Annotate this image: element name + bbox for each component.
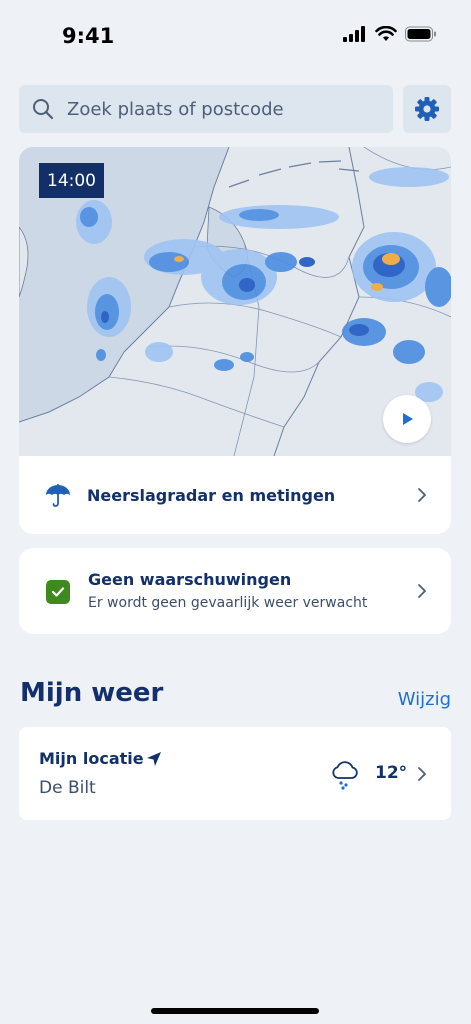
check-icon [46, 580, 70, 604]
cloud-rain-icon [332, 761, 358, 790]
search-placeholder: Zoek plaats of postcode [67, 98, 284, 120]
chevron-right-icon [418, 766, 426, 781]
play-icon [403, 413, 413, 425]
location-card[interactable]: Mijn locatie De Bilt 12° [19, 727, 451, 820]
status-time: 9:41 [62, 24, 115, 48]
location-temperature: 12° [375, 763, 408, 783]
radar-link-label: Neerslagradar en metingen [87, 485, 336, 505]
play-button[interactable] [383, 395, 431, 443]
warnings-title: Geen waarschuwingen [88, 570, 292, 589]
status-bar: 9:41 [0, 0, 471, 70]
radar-card[interactable]: 14:00 Neerslagradar en metingen [19, 147, 451, 534]
warnings-card[interactable]: Geen waarschuwingen Er wordt geen gevaar… [19, 548, 451, 634]
location-name: Mijn locatie [39, 749, 144, 768]
location-city: De Bilt [39, 778, 96, 798]
chevron-right-icon [418, 488, 426, 502]
gear-icon [415, 97, 439, 121]
radar-time-badge: 14:00 [39, 163, 104, 198]
section-title-my-weather: Mijn weer [20, 678, 164, 708]
battery-icon [405, 26, 436, 42]
status-icons [343, 26, 437, 42]
umbrella-icon [46, 484, 70, 507]
location-arrow-icon [147, 752, 161, 766]
chevron-right-icon [418, 584, 426, 598]
search-input[interactable]: Zoek plaats of postcode [19, 85, 393, 133]
wifi-icon [375, 26, 397, 41]
warnings-subtitle: Er wordt geen gevaarlijk weer verwacht [88, 595, 368, 611]
cellular-signal-icon [343, 26, 365, 42]
radar-map[interactable]: 14:00 [19, 147, 451, 457]
edit-link[interactable]: Wijzig [398, 689, 451, 710]
radar-link-row[interactable]: Neerslagradar en metingen [19, 456, 451, 534]
home-indicator [151, 1008, 319, 1014]
settings-button[interactable] [403, 85, 451, 133]
search-icon [33, 99, 54, 120]
